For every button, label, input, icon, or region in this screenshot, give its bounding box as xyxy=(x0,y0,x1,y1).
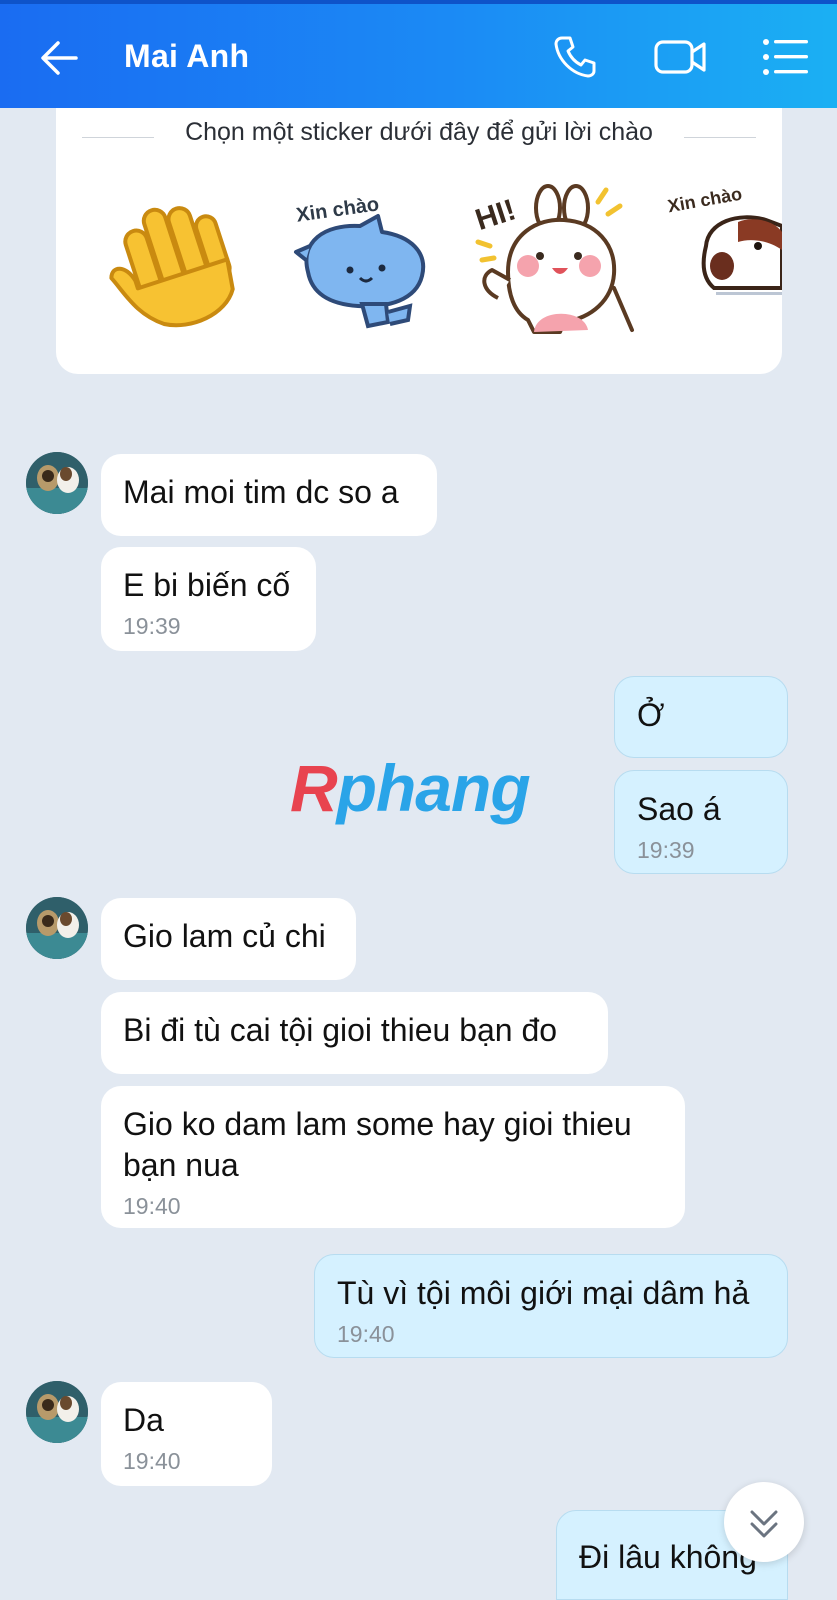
message-bubble[interactable]: Ở xyxy=(614,676,788,758)
sticker-suggestion-card: Chọn một sticker dưới đây để gửi lời chà… xyxy=(56,108,782,374)
message-bubble[interactable]: Bi đi tù cai tội gioi thieu bạn đo xyxy=(101,992,608,1074)
status-bar-strip xyxy=(0,0,837,4)
message-bubble[interactable]: Mai moi tim dc so a xyxy=(101,454,437,536)
video-call-button[interactable] xyxy=(652,30,706,84)
chevron-double-down-icon xyxy=(750,1510,778,1538)
waving-hand-sticker[interactable] xyxy=(90,180,260,340)
cat-icon: Xin chào xyxy=(294,193,426,329)
sticker-text: HI! xyxy=(472,193,520,237)
sticker-caption-row: Chọn một sticker dưới đây để gửi lời chà… xyxy=(56,118,782,147)
message-text: Gio ko dam lam some hay gioi thieu bạn n… xyxy=(123,1106,632,1183)
message-bubble[interactable]: Sao á 19:39 xyxy=(614,770,788,874)
contact-name[interactable]: Mai Anh xyxy=(124,38,249,75)
sticker-caption: Chọn một sticker dưới đây để gửi lời chà… xyxy=(185,118,653,146)
watermark-first-letter: R xyxy=(290,751,338,825)
divider xyxy=(82,137,154,138)
avatar[interactable] xyxy=(26,1381,88,1443)
message-bubble[interactable]: Gio ko dam lam some hay gioi thieu bạn n… xyxy=(101,1086,685,1228)
phone-icon xyxy=(554,36,596,78)
message-text: Mai moi tim dc so a xyxy=(123,474,399,510)
watermark-rest: phang xyxy=(336,751,531,825)
arrow-left-icon xyxy=(41,41,78,75)
video-camera-icon xyxy=(654,40,706,74)
message-time: 19:40 xyxy=(123,1448,181,1474)
blue-cat-sticker[interactable]: Xin chào xyxy=(278,180,448,340)
call-button[interactable] xyxy=(548,30,602,84)
bunny-hi-sticker[interactable]: HI! xyxy=(468,180,638,340)
back-button[interactable] xyxy=(36,34,84,82)
message-time: 19:39 xyxy=(123,613,181,639)
dog-sticker[interactable]: Xin chào xyxy=(662,180,782,340)
message-text: Da xyxy=(123,1402,164,1438)
avatar[interactable] xyxy=(26,452,88,514)
message-text: E bi biến cố xyxy=(123,567,291,603)
list-menu-icon xyxy=(763,39,808,75)
avatar[interactable] xyxy=(26,897,88,959)
message-text: Gio lam củ chi xyxy=(123,918,326,954)
message-text: Tù vì tội môi giới mại dâm hả xyxy=(337,1275,750,1311)
dogs-photo-icon xyxy=(26,1381,88,1443)
message-time: 19:40 xyxy=(123,1193,181,1219)
bunny-icon: HI! xyxy=(472,184,634,334)
divider xyxy=(684,137,756,138)
message-bubble[interactable]: E bi biến cố 19:39 xyxy=(101,547,316,651)
sticker-text: Xin chào xyxy=(666,184,743,217)
chat-header: Mai Anh xyxy=(0,0,837,108)
message-text: Sao á xyxy=(637,791,721,827)
dogs-photo-icon xyxy=(26,897,88,959)
waving-hand-icon xyxy=(109,206,235,328)
menu-button[interactable] xyxy=(760,30,814,84)
message-text: Bi đi tù cai tội gioi thieu bạn đo xyxy=(123,1012,558,1048)
watermark-logo: Rphang xyxy=(290,750,531,826)
dog-icon: Xin chào xyxy=(666,184,782,295)
message-bubble[interactable]: Gio lam củ chi xyxy=(101,898,356,980)
message-bubble[interactable]: Da 19:40 xyxy=(101,1382,272,1486)
dogs-photo-icon xyxy=(26,452,88,514)
message-bubble[interactable]: Tù vì tội môi giới mại dâm hả 19:40 xyxy=(314,1254,788,1358)
message-time: 19:40 xyxy=(337,1321,395,1347)
message-text: Ở xyxy=(637,697,665,733)
scroll-to-bottom-button[interactable] xyxy=(724,1482,804,1562)
message-time: 19:39 xyxy=(637,837,695,863)
